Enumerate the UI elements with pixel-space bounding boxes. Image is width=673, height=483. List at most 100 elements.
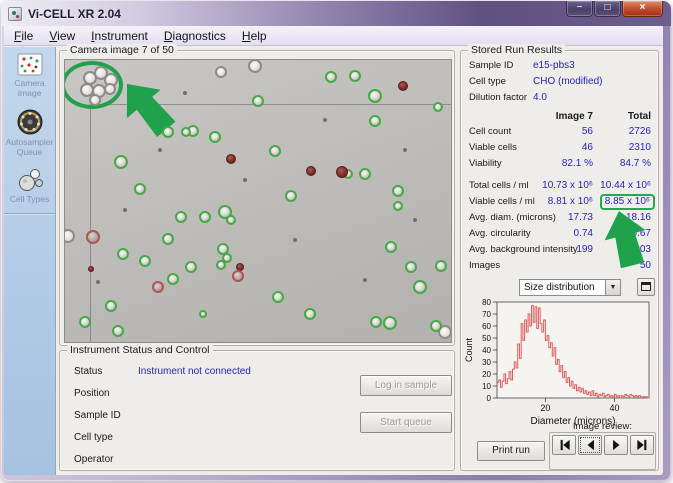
minimize-button[interactable]: − <box>566 1 593 17</box>
viable-cell <box>359 168 371 180</box>
cell-type-label: Cell type <box>469 74 506 90</box>
sidebar-item-label: Camera Image <box>14 78 44 98</box>
dead-cell <box>226 154 236 164</box>
viable-cell <box>349 70 361 82</box>
dead-cell <box>88 266 94 272</box>
svg-text:70: 70 <box>482 310 491 319</box>
viable-cell <box>167 273 179 285</box>
dead-cell <box>336 166 348 178</box>
window-icon <box>641 282 651 291</box>
title-bar[interactable]: Vi-CELL XR 2.04 − □ × <box>1 1 671 26</box>
close-button[interactable]: × <box>622 1 663 17</box>
svg-text:30: 30 <box>482 358 491 367</box>
viable-cell <box>383 316 397 330</box>
menu-item-instrument[interactable]: Instrument <box>83 27 156 45</box>
window-title: Vi-CELL XR 2.04 <box>28 7 121 21</box>
total-value: 8.85 x 10⁶ <box>461 194 651 210</box>
total-value: 10.44 x 10⁶ <box>461 178 651 194</box>
sidebar: Camera Image Autosampler Queue <box>4 47 56 475</box>
image-review-label: Image review: <box>550 421 655 432</box>
app-icon <box>8 7 22 21</box>
chart-type-dropdown[interactable]: Size distribution ▼ <box>519 279 621 296</box>
sidebar-item-autosampler-queue[interactable]: Autosampler Queue <box>4 102 55 161</box>
result-row: Total cells / ml10.73 x 10⁶10.44 x 10⁶ <box>461 178 658 194</box>
analysis-frame <box>90 104 452 343</box>
total-value: 203 <box>461 242 651 258</box>
total-value: 18.16 <box>461 210 651 226</box>
position-label: Position <box>74 383 110 405</box>
cell-type-label: Cell type <box>74 427 113 449</box>
svg-text:60: 60 <box>482 322 491 331</box>
menu-item-help[interactable]: Help <box>234 27 275 45</box>
result-row: Viable cells462310 <box>461 140 658 156</box>
dilution-factor-value: 4.0 <box>533 90 547 106</box>
debris-speck <box>123 208 127 212</box>
viable-cell <box>185 261 197 273</box>
camera-image[interactable] <box>64 59 452 343</box>
dilution-factor-label: Dilution factor <box>469 90 527 106</box>
debris-speck <box>293 238 297 242</box>
viable-cell <box>435 260 447 272</box>
debris-speck <box>183 91 187 95</box>
total-value: 2726 <box>461 124 651 140</box>
next-image-button[interactable] <box>604 435 628 455</box>
svg-text:Count: Count <box>464 338 474 363</box>
menu-item-view[interactable]: View <box>41 27 83 45</box>
autosampler-queue-icon <box>16 108 44 136</box>
maximize-button[interactable]: □ <box>594 1 621 17</box>
dead-cell-ring <box>232 270 244 282</box>
viable-cell <box>175 211 187 223</box>
viable-cell <box>134 183 146 195</box>
sidebar-item-cell-types[interactable]: Cell Types <box>4 161 55 209</box>
previous-icon <box>584 439 597 451</box>
viable-cell <box>385 241 397 253</box>
next-icon <box>610 439 623 451</box>
viable-cell <box>368 89 382 103</box>
viable-cell <box>393 201 403 211</box>
cell <box>215 66 227 78</box>
start-queue-button[interactable]: Start queue <box>360 412 452 433</box>
cell <box>104 83 116 95</box>
sidebar-item-camera-image[interactable]: Camera Image <box>4 47 55 102</box>
viable-cell <box>209 131 221 143</box>
svg-text:40: 40 <box>482 346 491 355</box>
debris-speck <box>363 278 367 282</box>
print-run-button[interactable]: Print run <box>477 441 545 461</box>
svg-text:10: 10 <box>482 382 491 391</box>
svg-text:0: 0 <box>487 394 492 403</box>
debris-speck <box>158 148 162 152</box>
total-value: 84.7 % <box>461 156 651 172</box>
viable-cell <box>105 300 117 312</box>
svg-text:80: 80 <box>482 298 491 307</box>
app-window: Vi-CELL XR 2.04 − □ × FileViewInstrument… <box>1 1 671 481</box>
cell <box>248 59 262 73</box>
skip-first-icon <box>558 439 571 451</box>
viable-cell <box>285 190 297 202</box>
result-row: Avg. circularity0.740.67 <box>461 226 658 242</box>
operator-label: Operator <box>74 449 113 471</box>
viable-cell <box>325 71 337 83</box>
viable-cell <box>272 291 284 303</box>
viable-cell <box>114 155 128 169</box>
menu-item-file[interactable]: File <box>6 27 41 45</box>
debris-speck <box>413 218 417 222</box>
main-area: Camera image 7 of 50 Instrument Status a… <box>56 47 663 475</box>
status-label: Status <box>74 361 102 383</box>
result-row: Viability82.1 %84.7 % <box>461 156 658 172</box>
chevron-down-icon[interactable]: ▼ <box>605 280 620 295</box>
chart-popout-button[interactable] <box>637 278 655 296</box>
log-in-sample-button[interactable]: Log in sample <box>360 375 452 396</box>
sample-id-value: e15-pbs3 <box>533 58 575 74</box>
viable-cell <box>162 233 174 245</box>
previous-image-button[interactable] <box>578 435 602 455</box>
last-image-button[interactable] <box>630 435 654 455</box>
result-row: Avg. diam. (microns)17.7318.16 <box>461 210 658 226</box>
result-row: Images50 <box>461 258 658 274</box>
viable-cell <box>226 215 236 225</box>
viable-cell <box>430 320 442 332</box>
first-image-button[interactable] <box>552 435 576 455</box>
viable-cell <box>252 95 264 107</box>
menu-item-diagnostics[interactable]: Diagnostics <box>156 27 234 45</box>
total-value: 50 <box>461 258 651 274</box>
dead-cell <box>398 81 408 91</box>
